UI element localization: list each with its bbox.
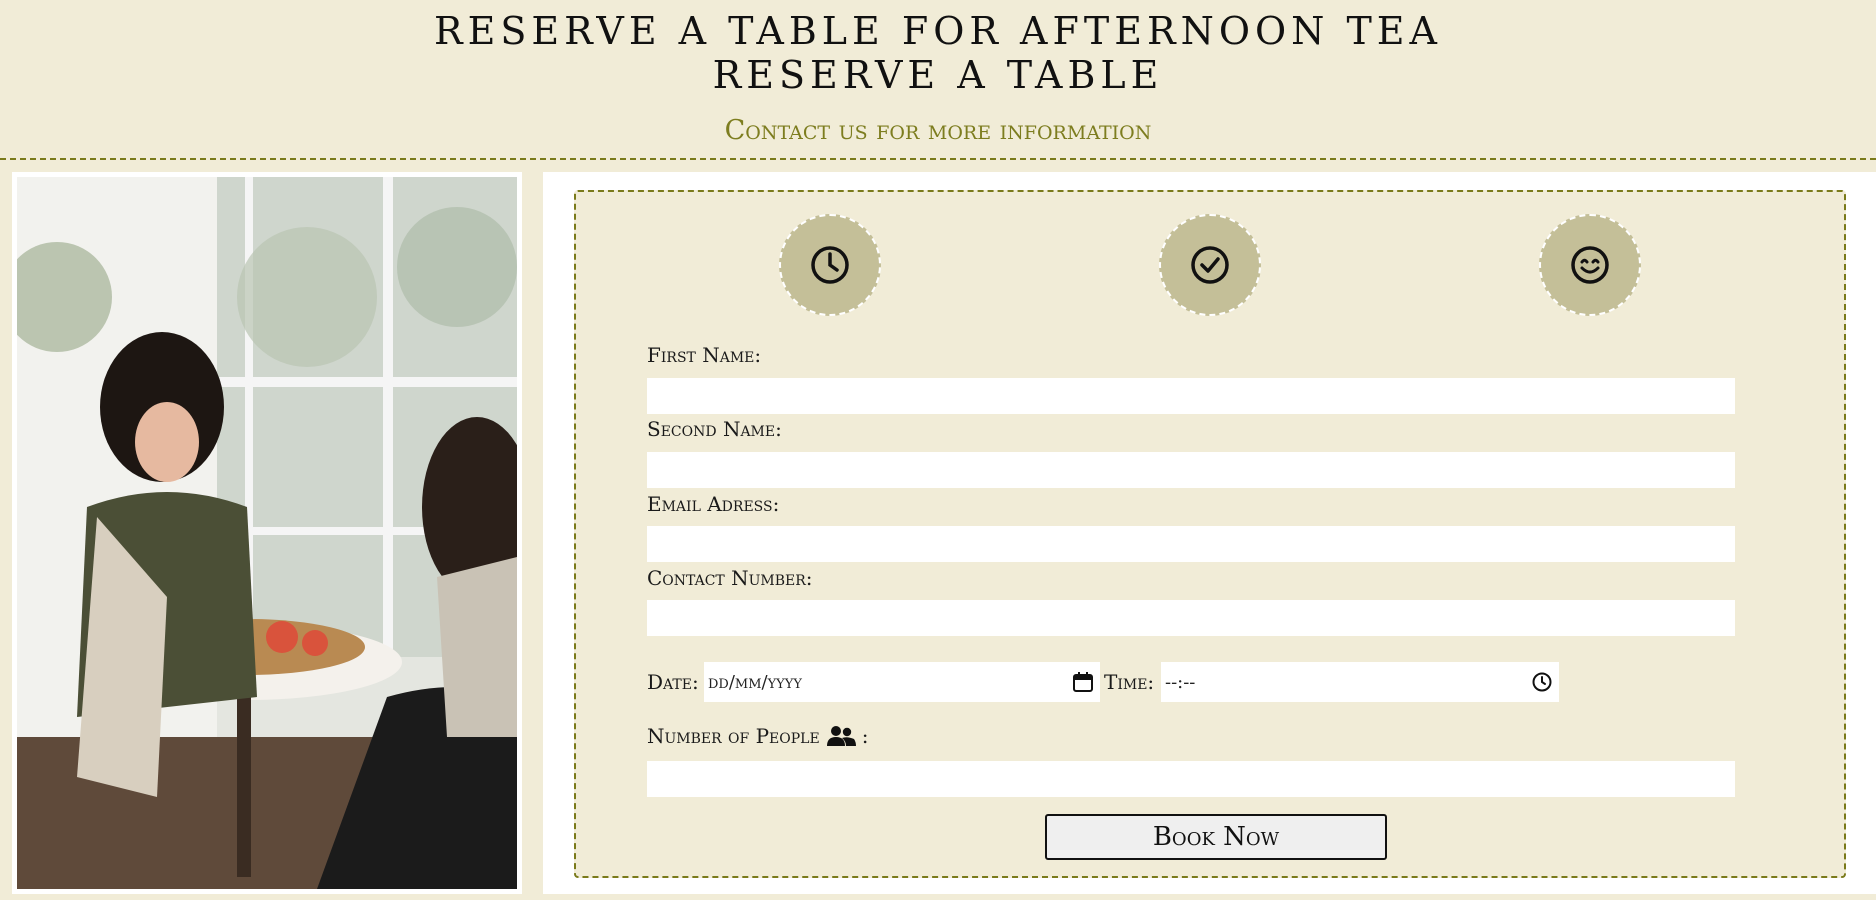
number-of-people-input[interactable] — [647, 761, 1735, 797]
second-name-input[interactable] — [647, 452, 1735, 488]
page-subtitle: Contact us for more information — [724, 115, 1152, 146]
people-label-text: Number of People — [647, 724, 820, 748]
contact-number-input[interactable] — [647, 600, 1735, 636]
date-input[interactable]: dd/mm/yyyy — [704, 662, 1100, 702]
tea-photo — [17, 177, 517, 889]
photo-panel — [12, 172, 522, 894]
time-placeholder: --:-- — [1165, 671, 1196, 693]
people-label-suffix: : — [861, 724, 869, 748]
check-circle-icon — [1191, 246, 1229, 284]
email-label: Email Adress: — [647, 492, 780, 516]
users-icon — [826, 726, 856, 746]
first-name-label: First Name: — [647, 343, 762, 367]
first-name-input[interactable] — [647, 378, 1735, 414]
clock-icon-badge — [779, 214, 881, 316]
time-label: Time: — [1104, 670, 1155, 694]
second-name-label: Second Name: — [647, 417, 782, 441]
smile-icon-badge — [1539, 214, 1641, 316]
time-input[interactable]: --:-- — [1161, 662, 1559, 702]
page-header: RESERVE A TABLE FOR AFTERNOON TEA RESERV… — [0, 0, 1876, 160]
book-now-button[interactable]: Book Now — [1045, 814, 1387, 860]
form-panel: First Name: Second Name: Email Adress: C… — [543, 172, 1876, 894]
smile-icon — [1571, 246, 1609, 284]
clock-icon — [811, 246, 849, 284]
contact-number-label: Contact Number: — [647, 566, 813, 590]
time-clock-icon[interactable] — [1531, 671, 1553, 698]
tea-photo-illustration — [17, 177, 517, 889]
calendar-icon[interactable] — [1072, 671, 1094, 698]
email-input[interactable] — [647, 526, 1735, 562]
date-placeholder: dd/mm/yyyy — [708, 671, 802, 693]
date-label: Date: — [647, 670, 699, 694]
check-icon-badge — [1159, 214, 1261, 316]
page-title: RESERVE A TABLE FOR AFTERNOON TEA RESERV… — [0, 0, 1876, 97]
title-line-2: RESERVE A TABLE — [712, 53, 1164, 97]
reservation-form: First Name: Second Name: Email Adress: C… — [574, 190, 1846, 878]
title-line-1: RESERVE A TABLE FOR AFTERNOON TEA — [434, 9, 1442, 53]
people-label: Number of People : — [647, 724, 868, 748]
